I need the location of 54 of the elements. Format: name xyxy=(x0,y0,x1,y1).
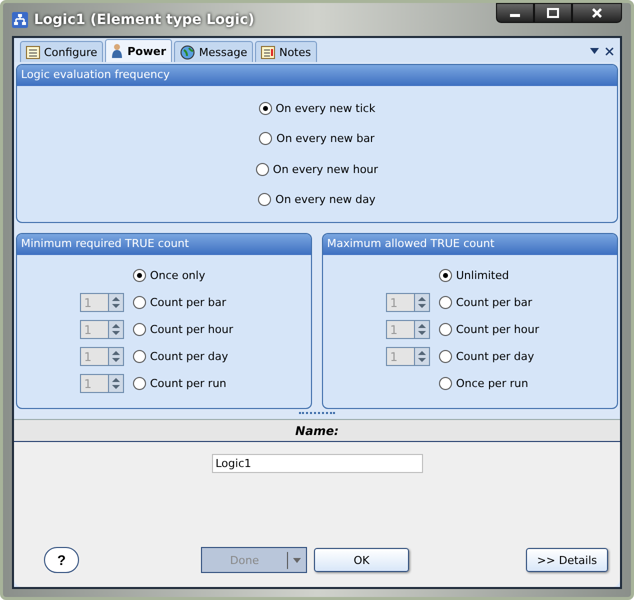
radio-circle[interactable] xyxy=(439,269,452,282)
radio-circle[interactable] xyxy=(133,269,146,282)
radio-circle[interactable] xyxy=(439,296,452,309)
tab[interactable]: Configure xyxy=(20,41,104,62)
radio-option[interactable]: Once per run xyxy=(439,377,528,390)
window-title: Logic1 (Element type Logic) xyxy=(34,12,254,28)
radio-circle[interactable] xyxy=(133,350,146,363)
radio-circle[interactable] xyxy=(439,377,452,390)
radio-circle[interactable] xyxy=(133,377,146,390)
hierarchy-icon xyxy=(12,12,28,28)
caret-icon xyxy=(293,558,301,562)
radio-option[interactable]: Unlimited xyxy=(439,269,509,282)
radio-option[interactable]: Count per run xyxy=(133,377,226,390)
panel-header: Logic evaluation frequency xyxy=(17,65,617,86)
ok-button[interactable]: OK xyxy=(314,548,409,572)
radio-circle[interactable] xyxy=(258,193,272,206)
close-icon[interactable] xyxy=(605,46,614,56)
list-icon xyxy=(26,46,40,58)
maximize-button[interactable] xyxy=(534,3,572,23)
radio-option[interactable]: Count per hour xyxy=(133,323,234,336)
details-button[interactable]: >> Details xyxy=(526,548,608,572)
close-button[interactable] xyxy=(572,3,622,23)
radio-option[interactable]: Count per day xyxy=(133,350,228,363)
name-header: Name: xyxy=(14,419,620,442)
close-icon xyxy=(591,8,603,18)
minimize-button[interactable] xyxy=(496,3,534,23)
help-button[interactable]: ? xyxy=(44,547,79,573)
person-icon xyxy=(111,43,124,59)
radio-option[interactable]: Count per bar xyxy=(133,296,226,309)
radio-option[interactable]: On every new bar xyxy=(259,132,375,146)
radio-circle[interactable] xyxy=(439,323,452,336)
radio-option[interactable]: On every new day xyxy=(258,193,376,206)
radio-circle[interactable] xyxy=(439,350,452,363)
tab[interactable]: Message xyxy=(174,41,254,62)
radio-circle[interactable] xyxy=(259,132,272,146)
panel-header: Minimum required TRUE count xyxy=(17,234,311,255)
maximize-icon xyxy=(547,8,559,18)
name-field[interactable]: Logic1 xyxy=(212,454,422,473)
globe-icon xyxy=(180,44,195,60)
dropdown-icon[interactable] xyxy=(590,48,599,54)
tab[interactable]: Notes xyxy=(255,41,317,62)
radio-circle[interactable] xyxy=(256,162,269,176)
radio-option[interactable]: On every new hour xyxy=(256,162,378,176)
radio-option[interactable]: Count per day xyxy=(439,350,534,363)
radio-circle[interactable] xyxy=(133,323,146,336)
tab[interactable]: Power xyxy=(105,39,172,62)
panel-header: Maximum allowed TRUE count xyxy=(323,234,617,255)
radio-circle[interactable] xyxy=(258,102,272,115)
radio-circle[interactable] xyxy=(133,296,146,309)
radio-option[interactable]: Count per bar xyxy=(439,296,532,309)
radio-option[interactable]: Count per hour xyxy=(439,323,540,336)
radio-option[interactable]: Once only xyxy=(133,269,206,282)
note-icon xyxy=(261,46,276,58)
radio-option[interactable]: On every new tick xyxy=(258,102,376,115)
